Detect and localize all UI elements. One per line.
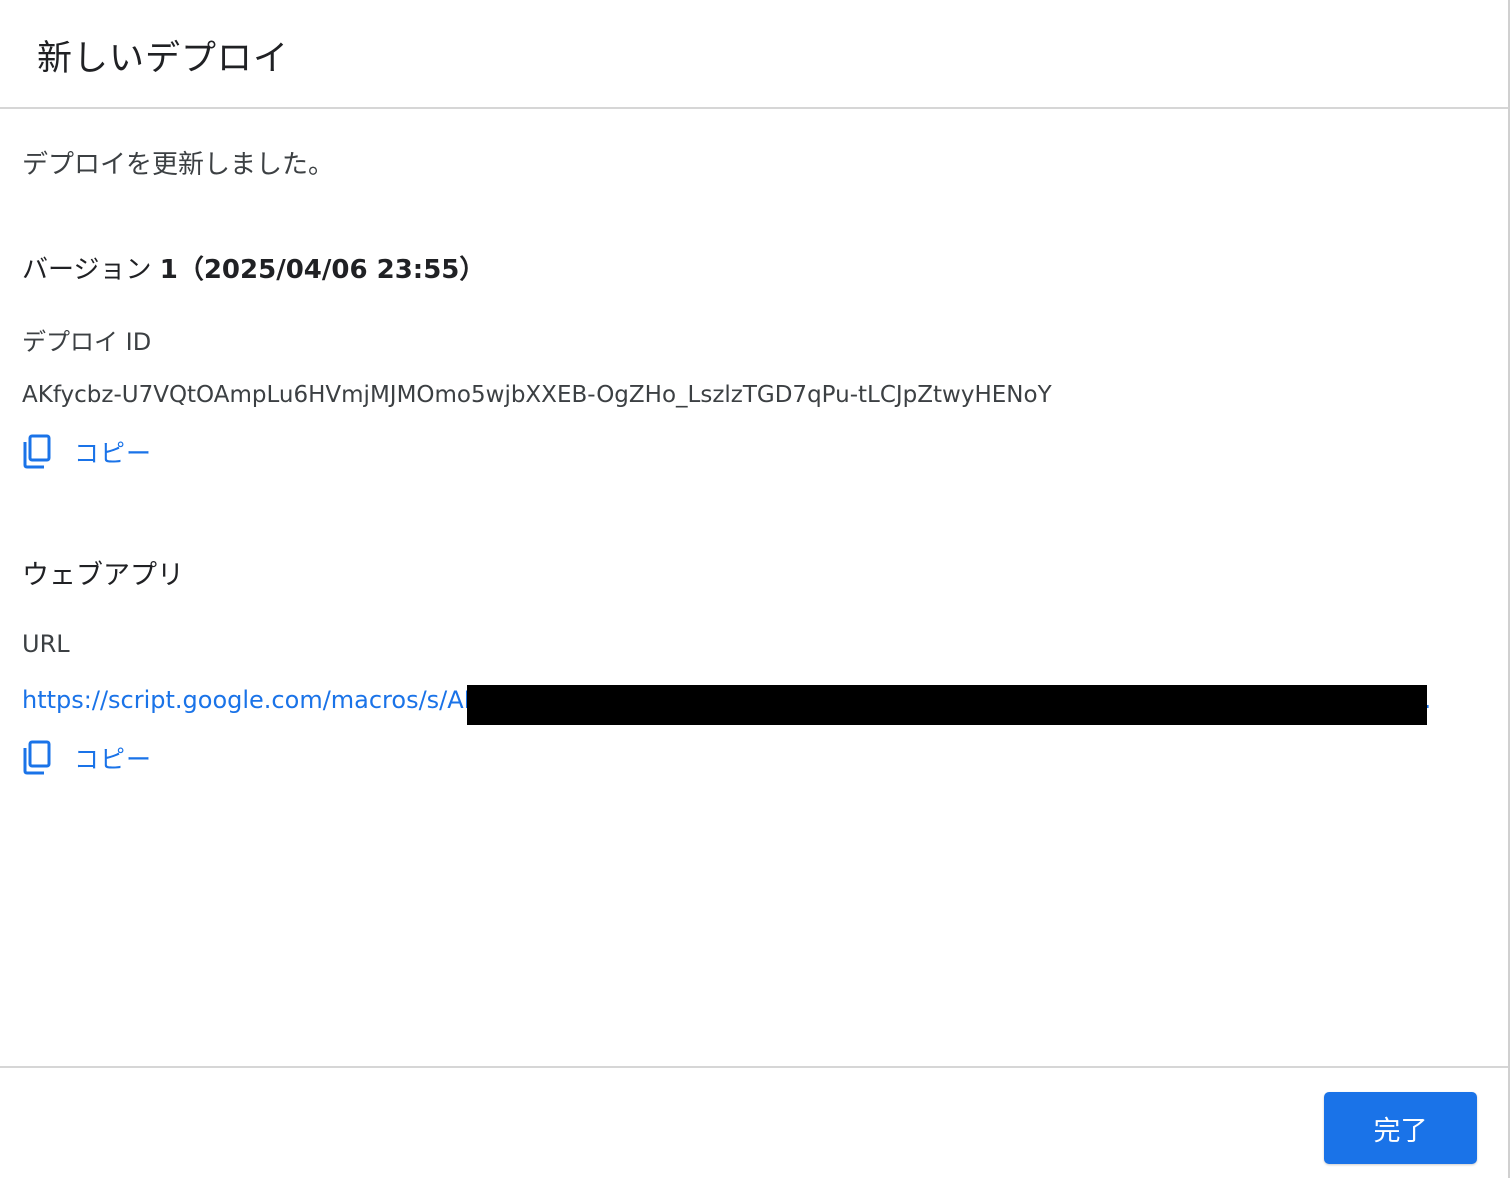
status-message: デプロイを更新しました。: [22, 150, 335, 180]
copy-label: コピー: [74, 745, 153, 774]
dialog-header: 新しいデプロイ: [0, 0, 1508, 109]
version-info: バージョン 1（2025/04/06 23:55）: [22, 249, 485, 286]
deployment-id-label: デプロイ ID: [22, 328, 152, 356]
copy-icon: [22, 434, 52, 470]
deployment-id-value: AKfycbz-U7VQtOAmpLu6HVmjMJMOmo5wjbXXEB-O…: [22, 382, 1052, 408]
version-timestamp: （2025/04/06 23:55）: [177, 255, 486, 285]
url-label: URL: [22, 630, 70, 658]
copy-icon: [22, 740, 52, 776]
dialog-title: 新しいデプロイ: [37, 39, 290, 79]
copy-url-button[interactable]: コピー: [22, 738, 152, 778]
copy-deployment-id-button[interactable]: コピー: [22, 432, 152, 472]
version-label: バージョン: [22, 255, 152, 285]
new-deployment-dialog: 新しいデプロイ デプロイを更新しました。 バージョン 1（2025/04/06 …: [0, 0, 1510, 1178]
footer-divider: [0, 1066, 1508, 1068]
copy-label: コピー: [74, 439, 153, 468]
done-button[interactable]: 完了: [1324, 1092, 1477, 1164]
webapp-section-title: ウェブアプリ: [22, 560, 184, 591]
redaction-bar: [467, 685, 1427, 725]
version-number: 1: [159, 255, 178, 285]
